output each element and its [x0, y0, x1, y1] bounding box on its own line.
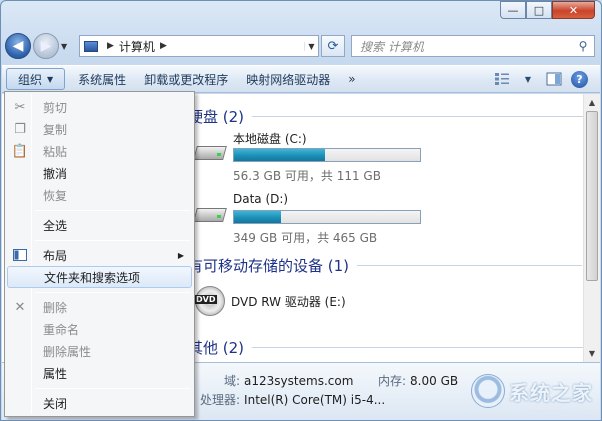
- memory-label: 内存:: [378, 374, 407, 388]
- group-title: 其他 (2): [188, 339, 245, 357]
- domain-value: a123systems.com: [244, 374, 354, 388]
- menu-item-copy[interactable]: ❐ 复制: [7, 118, 192, 140]
- uninstall-program-button[interactable]: 卸载或更改程序: [135, 68, 237, 90]
- back-arrow-icon: ◀: [12, 38, 24, 54]
- menu-item-delete[interactable]: ✕ 删除: [7, 296, 192, 318]
- watermark-text: 系统之家: [509, 380, 593, 405]
- group-header-other[interactable]: 其他 (2): [188, 337, 593, 358]
- recent-pages-dropdown[interactable]: ▼: [61, 42, 73, 51]
- watermark-logo-icon: [471, 374, 505, 408]
- group-header-hard-disks[interactable]: 硬盘 (2): [188, 106, 593, 127]
- domain-label: 域:: [224, 374, 241, 388]
- memory-row: 内存: 8.00 GB: [378, 372, 458, 389]
- forward-arrow-icon: ▶: [40, 38, 52, 54]
- scroll-down-button[interactable]: ▼: [584, 345, 600, 362]
- drive-e-dvd[interactable]: DVD DVD RW 驱动器 (E:): [194, 286, 346, 316]
- refresh-icon: ⟳: [327, 38, 339, 54]
- search-icon[interactable]: ⚲: [572, 39, 594, 53]
- navigation-bar: ◀ ▶ ▼ ▶ 计算机 ▶ ▼ ⟳ 搜索 计算机 ⚲: [5, 31, 595, 61]
- view-dropdown[interactable]: ▼: [519, 71, 537, 87]
- menu-item-folder-options[interactable]: 文件夹和搜索选项: [7, 266, 192, 288]
- menu-item-redo[interactable]: 恢复: [7, 184, 192, 206]
- scroll-up-button[interactable]: ▲: [584, 94, 600, 111]
- menu-item-select-all[interactable]: 全选: [7, 214, 192, 236]
- cpu-label: 处理器:: [200, 393, 241, 407]
- menu-separator: [35, 292, 190, 293]
- view-options-icon[interactable]: [493, 71, 511, 87]
- refresh-button[interactable]: ⟳: [321, 35, 345, 57]
- scroll-thumb[interactable]: [586, 111, 598, 281]
- drive-usage-bar: [233, 148, 421, 162]
- cpu-row: 处理器: Intel(R) Core(TM) i5-4...: [200, 391, 385, 408]
- close-button[interactable]: ✕: [552, 1, 595, 19]
- organize-label: 组织: [18, 72, 43, 87]
- submenu-arrow-icon: ▶: [177, 250, 184, 260]
- help-button[interactable]: ?: [571, 70, 588, 88]
- dvd-drive-icon: DVD: [194, 286, 225, 316]
- map-network-drive-button[interactable]: 映射网络驱动器: [237, 68, 339, 90]
- caption-buttons: — □ ✕: [500, 1, 595, 19]
- menu-item-paste[interactable]: 📋 粘贴: [7, 140, 192, 162]
- menu-item-remove-properties[interactable]: 删除属性: [7, 340, 192, 362]
- breadcrumb-separator[interactable]: ▶: [107, 41, 114, 51]
- drive-free-space: 56.3 GB 可用，共 111 GB: [233, 169, 381, 183]
- forward-button[interactable]: ▶: [33, 33, 59, 59]
- command-bar: 组织 ▼ 系统属性 卸载或更改程序 映射网络驱动器 » ▼ ?: [2, 65, 600, 93]
- more-commands-button[interactable]: »: [339, 68, 364, 90]
- menu-item-cut[interactable]: ✂ 剪切: [7, 96, 192, 118]
- hard-drive-icon: [193, 140, 227, 166]
- menu-separator: [35, 240, 190, 241]
- drive-usage-bar: [233, 210, 421, 224]
- layout-icon: [7, 249, 33, 261]
- hard-drive-icon: [193, 202, 227, 228]
- maximize-button[interactable]: □: [526, 1, 552, 19]
- organize-menu: ✂ 剪切 ❐ 复制 📋 粘贴 撤消 恢复 全选 布局 ▶ 文件夹和搜索选项 ✕ …: [4, 91, 195, 417]
- breadcrumb-computer[interactable]: 计算机: [119, 38, 155, 55]
- group-header-removable[interactable]: 有可移动存储的设备 (1): [188, 255, 583, 276]
- organize-button[interactable]: 组织 ▼: [6, 68, 66, 90]
- watermark: 系统之家 XITONGZHIJIA.NET: [471, 374, 593, 418]
- menu-separator: [35, 210, 190, 211]
- watermark-subtext: XITONGZHIJIA.NET: [519, 409, 593, 418]
- scissors-icon: ✂: [14, 99, 26, 115]
- group-title: 硬盘 (2): [188, 108, 245, 126]
- chevron-down-icon: ▼: [47, 74, 54, 84]
- address-bar[interactable]: ▶ 计算机 ▶ ▼: [79, 35, 319, 57]
- menu-item-layout[interactable]: 布局 ▶: [7, 244, 192, 266]
- menu-separator: [35, 388, 190, 389]
- menu-item-rename[interactable]: 重命名: [7, 318, 192, 340]
- preview-pane-icon[interactable]: [545, 71, 563, 87]
- paste-icon: 📋: [11, 143, 29, 159]
- breadcrumb-separator-end[interactable]: ▶: [160, 41, 167, 51]
- search-input[interactable]: 搜索 计算机 ⚲: [351, 35, 595, 57]
- menu-item-properties[interactable]: 属性: [7, 362, 192, 384]
- drive-d[interactable]: Data (D:) 349 GB 可用，共 465 GB: [193, 192, 421, 246]
- back-button[interactable]: ◀: [5, 33, 31, 59]
- memory-value: 8.00 GB: [410, 374, 459, 388]
- drive-c[interactable]: 本地磁盘 (C:) 56.3 GB 可用，共 111 GB: [193, 130, 421, 184]
- explorer-window: — □ ✕ ◀ ▶ ▼ ▶ 计算机 ▶ ▼ ⟳ 搜索 计算机 ⚲ 组织 ▼ 系统…: [0, 0, 602, 421]
- copy-icon: ❐: [14, 121, 26, 137]
- drive-free-space: 349 GB 可用，共 465 GB: [233, 231, 378, 245]
- minimize-button[interactable]: —: [500, 1, 526, 19]
- group-title: 有可移动存储的设备 (1): [188, 257, 350, 275]
- system-properties-button[interactable]: 系统属性: [69, 68, 135, 90]
- cpu-value: Intel(R) Core(TM) i5-4...: [244, 393, 386, 407]
- delete-icon: ✕: [14, 299, 26, 315]
- computer-icon: [84, 40, 98, 52]
- menu-item-close[interactable]: 关闭: [7, 392, 192, 414]
- menu-item-undo[interactable]: 撤消: [7, 162, 192, 184]
- domain-row: 域: a123systems.com: [224, 372, 353, 389]
- drive-name: Data (D:): [233, 192, 289, 206]
- drive-name: 本地磁盘 (C:): [233, 132, 307, 146]
- vertical-scrollbar[interactable]: ▲ ▼: [583, 94, 600, 362]
- drive-name: DVD RW 驱动器 (E:): [231, 295, 346, 309]
- search-placeholder: 搜索 计算机: [360, 39, 424, 54]
- address-dropdown[interactable]: ▼: [304, 41, 318, 51]
